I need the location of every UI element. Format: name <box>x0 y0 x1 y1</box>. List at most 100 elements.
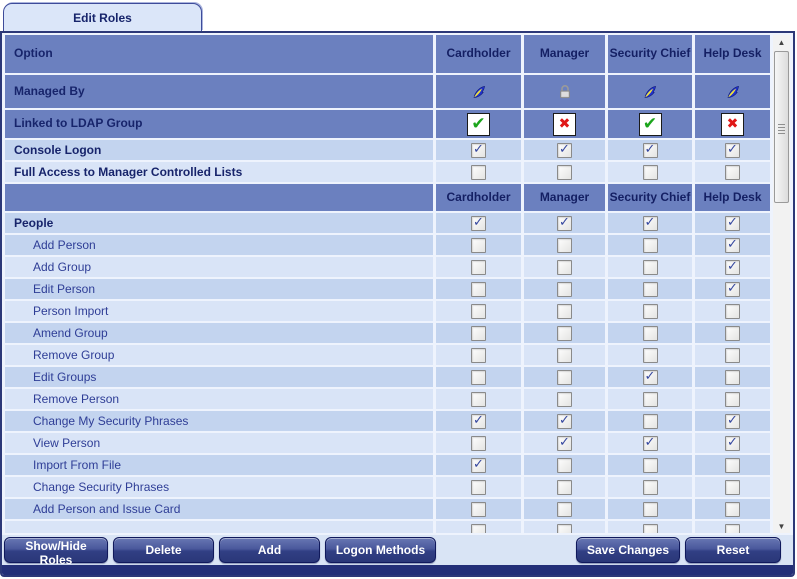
checkbox-edit-person-help-desk[interactable] <box>725 282 740 297</box>
scrollbar-thumb[interactable] <box>774 51 789 203</box>
checkbox-full-access-to-manager-controlled-lists-cardholder[interactable] <box>471 165 486 180</box>
ldap-status-box-help-desk[interactable]: ✖ <box>721 113 744 136</box>
checkbox-edit-groups-help-desk[interactable] <box>725 370 740 385</box>
checkbox-row-help-desk[interactable] <box>725 524 740 534</box>
checkbox-change-my-security-phrases-security-chief[interactable] <box>643 414 658 429</box>
checkbox-person-import-help-desk[interactable] <box>725 304 740 319</box>
permission-label-cell: Import From File <box>5 455 433 475</box>
row-label: Remove Group <box>14 348 114 362</box>
check-cell <box>436 213 521 233</box>
checkbox-row-manager[interactable] <box>557 524 572 534</box>
checkbox-edit-person-manager[interactable] <box>557 282 572 297</box>
quill-icon <box>642 84 658 100</box>
checkbox-person-import-cardholder[interactable] <box>471 304 486 319</box>
checkbox-change-my-security-phrases-help-desk[interactable] <box>725 414 740 429</box>
checkbox-remove-group-manager[interactable] <box>557 348 572 363</box>
column-header-option: Option <box>5 35 433 73</box>
checkbox-add-person-and-issue-card-cardholder[interactable] <box>471 502 486 517</box>
check-cell <box>524 411 605 431</box>
checkbox-people-security-chief[interactable] <box>643 216 658 231</box>
check-cell <box>608 140 692 160</box>
checkbox-console-logon-manager[interactable] <box>557 143 572 158</box>
checkbox-change-security-phrases-manager[interactable] <box>557 480 572 495</box>
checkbox-amend-group-help-desk[interactable] <box>725 326 740 341</box>
checkbox-add-group-manager[interactable] <box>557 260 572 275</box>
checkbox-edit-groups-manager[interactable] <box>557 370 572 385</box>
check-cell <box>436 389 521 409</box>
checkbox-add-person-and-issue-card-help-desk[interactable] <box>725 502 740 517</box>
checkbox-remove-group-cardholder[interactable] <box>471 348 486 363</box>
save-changes-button[interactable]: Save Changes <box>576 537 680 563</box>
checkbox-import-from-file-help-desk[interactable] <box>725 458 740 473</box>
checkbox-view-person-help-desk[interactable] <box>725 436 740 451</box>
scroll-up-arrow[interactable]: ▲ <box>773 35 790 49</box>
checkbox-add-person-manager[interactable] <box>557 238 572 253</box>
checkbox-people-help-desk[interactable] <box>725 216 740 231</box>
checkbox-view-person-manager[interactable] <box>557 436 572 451</box>
check-cell <box>695 235 770 255</box>
checkbox-full-access-to-manager-controlled-lists-manager[interactable] <box>557 165 572 180</box>
checkbox-edit-groups-cardholder[interactable] <box>471 370 486 385</box>
permission-label-cell <box>5 521 433 533</box>
checkbox-full-access-to-manager-controlled-lists-help-desk[interactable] <box>725 165 740 180</box>
checkbox-add-group-security-chief[interactable] <box>643 260 658 275</box>
checkbox-row-cardholder[interactable] <box>471 524 486 534</box>
show-hide-roles-button[interactable]: Show/Hide Roles <box>4 537 108 563</box>
add-button[interactable]: Add <box>219 537 320 563</box>
checkbox-change-security-phrases-cardholder[interactable] <box>471 480 486 495</box>
checkbox-amend-group-security-chief[interactable] <box>643 326 658 341</box>
checkbox-import-from-file-cardholder[interactable] <box>471 458 486 473</box>
checkbox-person-import-security-chief[interactable] <box>643 304 658 319</box>
checkbox-remove-person-security-chief[interactable] <box>643 392 658 407</box>
checkbox-remove-group-security-chief[interactable] <box>643 348 658 363</box>
tab-edit-roles[interactable]: Edit Roles <box>3 3 202 31</box>
checkbox-people-cardholder[interactable] <box>471 216 486 231</box>
ldap-status-box-security-chief[interactable]: ✔ <box>639 113 662 136</box>
checkbox-change-my-security-phrases-cardholder[interactable] <box>471 414 486 429</box>
permission-label-cell: Remove Group <box>5 345 433 365</box>
check-cell <box>608 389 692 409</box>
checkbox-add-person-help-desk[interactable] <box>725 238 740 253</box>
checkbox-change-security-phrases-security-chief[interactable] <box>643 480 658 495</box>
ldap-status-box-manager[interactable]: ✖ <box>553 113 576 136</box>
checkbox-edit-person-security-chief[interactable] <box>643 282 658 297</box>
checkbox-person-import-manager[interactable] <box>557 304 572 319</box>
tab-label: Edit Roles <box>73 11 132 25</box>
checkbox-remove-person-cardholder[interactable] <box>471 392 486 407</box>
checkbox-import-from-file-manager[interactable] <box>557 458 572 473</box>
checkbox-add-person-cardholder[interactable] <box>471 238 486 253</box>
checkbox-change-my-security-phrases-manager[interactable] <box>557 414 572 429</box>
column-header-security-chief: Security Chief <box>608 35 692 73</box>
checkbox-people-manager[interactable] <box>557 216 572 231</box>
vertical-scrollbar[interactable]: ▲ ▼ <box>773 35 790 533</box>
reset-button[interactable]: Reset <box>685 537 781 563</box>
checkbox-remove-group-help-desk[interactable] <box>725 348 740 363</box>
checkbox-console-logon-security-chief[interactable] <box>643 143 658 158</box>
column-header-help-desk: Help Desk <box>695 35 770 73</box>
checkbox-console-logon-cardholder[interactable] <box>471 143 486 158</box>
checkbox-add-group-help-desk[interactable] <box>725 260 740 275</box>
scroll-down-arrow[interactable]: ▼ <box>773 519 790 533</box>
checkbox-remove-person-manager[interactable] <box>557 392 572 407</box>
role-name: Cardholder <box>446 47 510 60</box>
checkbox-amend-group-manager[interactable] <box>557 326 572 341</box>
checkbox-console-logon-help-desk[interactable] <box>725 143 740 158</box>
checkbox-amend-group-cardholder[interactable] <box>471 326 486 341</box>
permission-row-add-person-and-issue-card: Add Person and Issue Card <box>5 499 775 519</box>
checkbox-remove-person-help-desk[interactable] <box>725 392 740 407</box>
logon-methods-button[interactable]: Logon Methods <box>325 537 436 563</box>
checkbox-edit-groups-security-chief[interactable] <box>643 370 658 385</box>
checkbox-import-from-file-security-chief[interactable] <box>643 458 658 473</box>
checkbox-full-access-to-manager-controlled-lists-security-chief[interactable] <box>643 165 658 180</box>
checkbox-row-security-chief[interactable] <box>643 524 658 534</box>
delete-button[interactable]: Delete <box>113 537 214 563</box>
checkbox-add-person-and-issue-card-security-chief[interactable] <box>643 502 658 517</box>
checkbox-add-person-security-chief[interactable] <box>643 238 658 253</box>
checkbox-add-group-cardholder[interactable] <box>471 260 486 275</box>
checkbox-add-person-and-issue-card-manager[interactable] <box>557 502 572 517</box>
checkbox-change-security-phrases-help-desk[interactable] <box>725 480 740 495</box>
checkbox-edit-person-cardholder[interactable] <box>471 282 486 297</box>
checkbox-view-person-security-chief[interactable] <box>643 436 658 451</box>
checkbox-view-person-cardholder[interactable] <box>471 436 486 451</box>
ldap-status-box-cardholder[interactable]: ✔ <box>467 113 490 136</box>
